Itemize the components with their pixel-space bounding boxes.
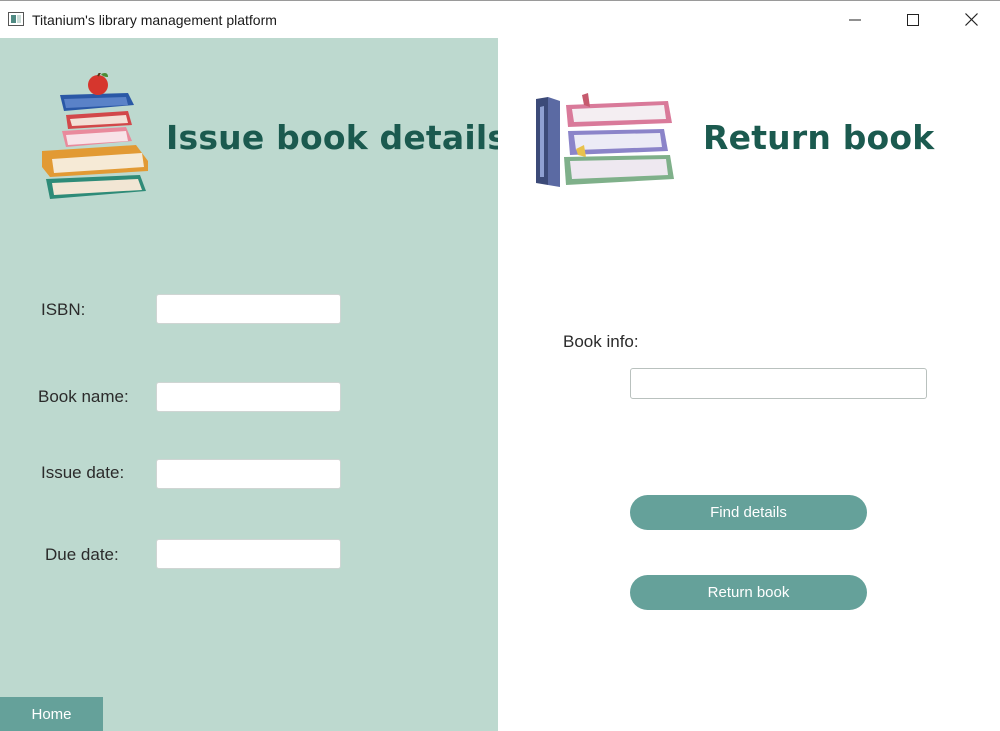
return-book-panel: Return book Book info: Find details Retu… <box>498 38 1000 731</box>
minimize-icon <box>849 19 861 20</box>
issue-book-panel: Issue book details ISBN: Book name: Issu… <box>0 38 507 731</box>
isbn-label: ISBN: <box>41 300 86 319</box>
return-book-heading: Return book <box>703 118 935 157</box>
find-details-button[interactable]: Find details <box>630 495 867 530</box>
title-bar: Titanium's library management platform <box>0 0 1000 38</box>
book-info-label: Book info: <box>563 332 639 351</box>
maximize-button[interactable] <box>884 1 942 38</box>
isbn-input[interactable] <box>156 294 341 324</box>
return-book-button[interactable]: Return book <box>630 575 867 610</box>
window-title: Titanium's library management platform <box>32 12 277 28</box>
due-date-input[interactable] <box>156 539 341 569</box>
close-icon <box>964 13 978 26</box>
book-name-input[interactable] <box>156 382 341 412</box>
due-date-label: Due date: <box>45 545 119 564</box>
home-button[interactable]: Home <box>0 697 103 731</box>
book-stack-with-apple-icon <box>42 73 148 199</box>
app-window-icon <box>8 12 24 26</box>
book-name-label: Book name: <box>38 387 129 406</box>
minimize-button[interactable] <box>826 1 884 38</box>
maximize-icon <box>907 13 919 26</box>
issue-book-heading: Issue book details <box>166 118 508 157</box>
close-button[interactable] <box>942 1 1000 38</box>
issue-date-input[interactable] <box>156 459 341 489</box>
issue-date-label: Issue date: <box>41 463 125 482</box>
book-stack-icon <box>536 93 674 187</box>
book-info-input[interactable] <box>630 368 927 399</box>
